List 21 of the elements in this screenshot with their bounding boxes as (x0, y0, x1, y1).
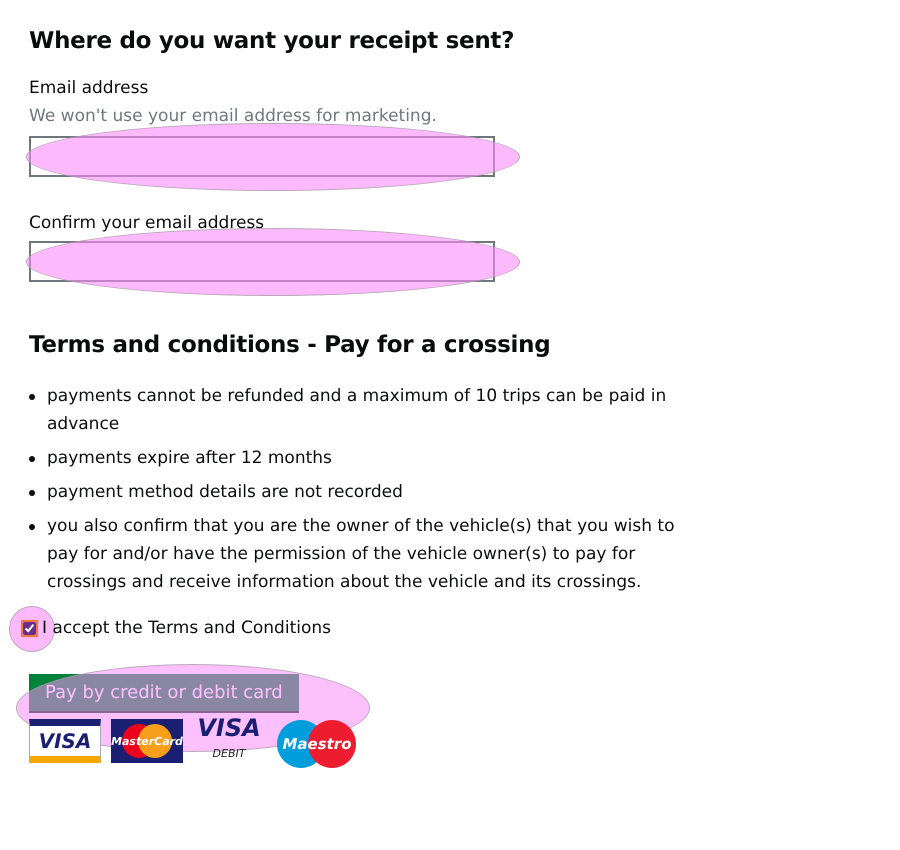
visa-debit-logo: VISA DEBIT (196, 719, 262, 762)
section-heading: Where do you want your receipt sent? (29, 28, 516, 54)
terms-item: you also confirm that you are the owner of the vehicle(s) that you wish to pay for and/or have the permission of the vehicle owner(s) to pay for crossings and receive information about the vehicle and its crossings. (47, 515, 676, 594)
terms-item: payments expire after 12 months (47, 447, 332, 470)
bullet-icon (29, 456, 35, 462)
bullet-icon (29, 490, 35, 496)
email-field[interactable] (29, 241, 495, 282)
highlight-ellipse (9, 606, 55, 652)
terms-item: payment method details are not recorded (47, 481, 403, 504)
pay-button[interactable]: Pay by credit or debit card (29, 674, 299, 711)
bullet-icon (29, 524, 35, 530)
visa-logo: VISA (29, 719, 101, 763)
bullet-icon (29, 394, 35, 400)
checkbox-label: I accept the Terms and Conditions (42, 618, 331, 638)
section-heading: Terms and conditions - Pay for a crossing (29, 332, 552, 358)
accept-checkbox[interactable] (23, 622, 36, 634)
field-hint: We won't use your email address for marketing. (29, 106, 438, 126)
email-field[interactable] (29, 136, 495, 177)
field-label: Confirm your email address (29, 213, 266, 233)
field-label: Email address (29, 78, 150, 98)
mastercard-logo: MasterCard (111, 719, 183, 763)
